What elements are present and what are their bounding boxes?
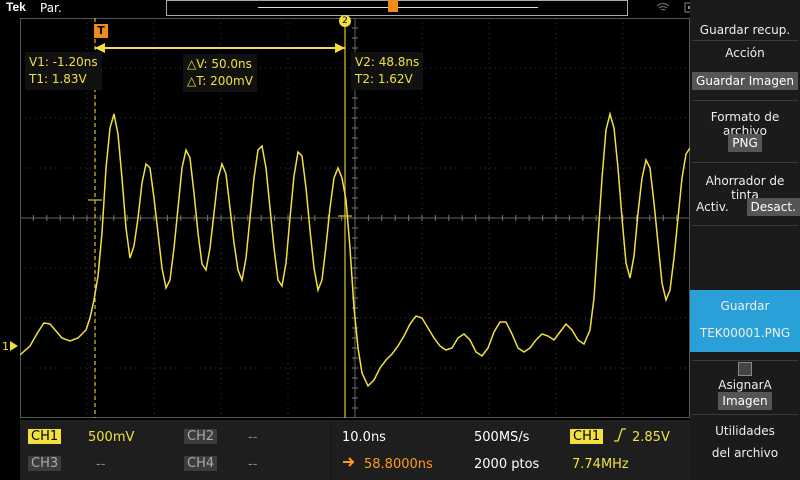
cursor-v1: V1: -1.20ns: [29, 55, 98, 69]
ch4-scale: --: [248, 457, 258, 472]
record-length: 2000 ptos: [474, 457, 540, 472]
accion-value[interactable]: Guardar Imagen: [692, 72, 798, 90]
ch3-label[interactable]: CH3: [28, 456, 62, 471]
cursor-right-readout: V2: 48.8ns T2: 1.62V: [351, 52, 424, 90]
accion-button[interactable]: Guardar Imagen: [690, 72, 800, 90]
cursor-delta-t: △T: 200mV: [187, 74, 253, 88]
utilidades-line1: Utilidades: [715, 424, 775, 438]
ch2-scale: --: [248, 430, 258, 445]
trigger-position-marker[interactable]: T: [94, 24, 108, 38]
delay-arrow-icon: [342, 456, 358, 472]
ch2-label[interactable]: CH2: [184, 429, 218, 444]
delta-arrow-right: [335, 43, 345, 53]
save-button[interactable]: Guardar TEK00001.PNG: [690, 290, 800, 352]
ch4-label[interactable]: CH4: [184, 456, 218, 471]
cursor-left-readout: V1: -1.20ns T1: 1.83V: [25, 52, 102, 90]
asignar-value[interactable]: Imagen: [718, 392, 772, 410]
ch1-label[interactable]: CH1: [28, 429, 62, 444]
utilidades-line2: del archivo: [711, 446, 779, 460]
ch1-ground-label: 1: [2, 340, 9, 353]
ch1-ground-marker[interactable]: 1: [0, 338, 20, 357]
assign-icon: [738, 362, 752, 376]
status-bar: CH1 500mV CH2 -- CH3 -- CH4 -- 10.0ns 50…: [20, 420, 690, 480]
record-view-line: [258, 7, 538, 8]
cursor-badge[interactable]: 2: [339, 15, 351, 27]
side-menu: Guardar recup. Acción Guardar Imagen For…: [690, 0, 800, 480]
trigger-frequency: 7.74MHz: [572, 457, 629, 472]
wifi-icon[interactable]: [655, 1, 671, 16]
formato-value[interactable]: PNG: [728, 134, 762, 152]
sample-rate: 500MS/s: [474, 430, 530, 445]
trigger-channel[interactable]: CH1: [570, 429, 604, 444]
asignar-label: AsignarA: [718, 378, 772, 392]
ahorrador-on[interactable]: Activ.: [690, 198, 735, 216]
trigger-level[interactable]: 2.85V: [632, 430, 670, 445]
ch1-scale[interactable]: 500mV: [88, 430, 134, 445]
cursor-v2: V2: 48.8ns: [355, 55, 420, 69]
timebase-value[interactable]: 10.0ns: [342, 430, 386, 445]
save-label: Guardar: [720, 299, 770, 313]
cursor-delta-readout: △V: 50.0ns △T: 200mV: [183, 54, 257, 92]
ahorrador-toggle[interactable]: Activ. Desact.: [690, 198, 800, 216]
trigger-slope-icon: [612, 427, 628, 447]
menu-title: Guardar recup.: [699, 23, 791, 37]
cursor-delta-v: △V: 50.0ns: [187, 57, 252, 71]
channel-panel: [20, 420, 330, 480]
asignar-button[interactable]: AsignarA Imagen: [690, 362, 800, 410]
save-filename: TEK00001.PNG: [699, 326, 791, 340]
delay-value[interactable]: 58.8000ns: [364, 457, 433, 472]
acquisition-mode: Par.: [40, 1, 62, 15]
cursor-t2: T2: 1.62V: [355, 72, 413, 86]
ahorrador-off[interactable]: Desact.: [746, 198, 800, 216]
utilidades-button[interactable]: Utilidades del archivo: [690, 424, 800, 460]
accion-label: Acción: [725, 46, 765, 60]
formato-button[interactable]: PNG: [690, 134, 800, 152]
tek-logo: Tek: [6, 0, 26, 14]
cursor-t1: T1: 1.83V: [29, 72, 87, 86]
record-position-marker[interactable]: [388, 0, 398, 12]
ch3-scale: --: [96, 457, 106, 472]
